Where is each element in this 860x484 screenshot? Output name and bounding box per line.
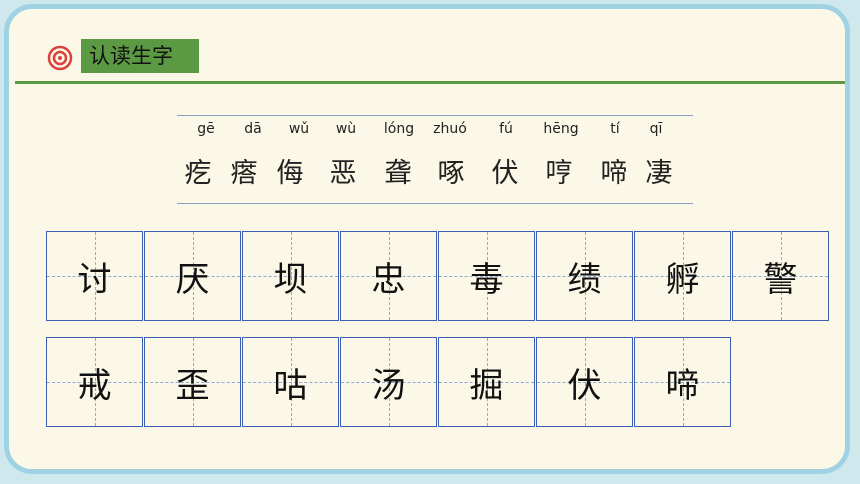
grid-character: 咕: [273, 365, 308, 406]
grid-cell: 掘: [438, 337, 535, 427]
grid-cell: 坝: [242, 231, 339, 321]
grid-cell: 绩: [536, 231, 633, 321]
hanzi-item: 哼: [545, 158, 573, 189]
grid-character: 绩: [567, 259, 602, 300]
grid-character: 掘: [469, 365, 504, 406]
grid-cell: 讨: [46, 231, 143, 321]
hanzi-item: 侮: [276, 158, 304, 189]
grid-cell: 戒: [46, 337, 143, 427]
target-icon: [47, 45, 73, 71]
hanzi-item: 疙: [184, 158, 212, 189]
grid-character: 汤: [371, 365, 406, 406]
grid-character: 毒: [469, 259, 504, 300]
grid-cell: 毒: [438, 231, 535, 321]
grid-cell: 厌: [144, 231, 241, 321]
grid-character: 伏: [567, 365, 602, 406]
character-grid-row-1: 讨 厌 坝 忠 毒 绩 孵 警: [46, 231, 830, 321]
pinyin-item: zhuó: [433, 121, 467, 137]
page-title: 认读生字: [81, 39, 199, 73]
grid-character: 戒: [77, 365, 112, 406]
pinyin-top-rule: [177, 115, 693, 116]
grid-character: 厌: [175, 259, 210, 300]
pinyin-item: fú: [499, 121, 513, 137]
hanzi-item: 伏: [491, 158, 519, 189]
pinyin-item: hēng: [543, 121, 579, 137]
pinyin-item: qī: [649, 121, 663, 137]
grid-character: 歪: [175, 365, 210, 406]
grid-character: 警: [763, 259, 798, 300]
grid-cell: 歪: [144, 337, 241, 427]
grid-cell: 伏: [536, 337, 633, 427]
hanzi-item: 啼: [600, 158, 628, 189]
hanzi-item: 啄: [437, 158, 465, 189]
grid-cell: 啼: [634, 337, 731, 427]
title-divider: [15, 81, 845, 84]
grid-character: 坝: [273, 259, 308, 300]
pinyin-bottom-rule: [177, 203, 693, 204]
grid-cell: 咕: [242, 337, 339, 427]
grid-cell: 忠: [340, 231, 437, 321]
hanzi-item: 恶: [329, 158, 357, 189]
pinyin-item: wù: [335, 121, 357, 137]
slide: 认读生字 gē dā wǔ wù lóng zhuó fú hēng tí qī…: [4, 4, 850, 474]
grid-character: 孵: [665, 259, 700, 300]
hanzi-item: 聋: [384, 158, 412, 189]
grid-character: 讨: [77, 259, 112, 300]
hanzi-item: 瘩: [230, 158, 258, 189]
hanzi-item: 凄: [645, 158, 673, 189]
grid-cell: 汤: [340, 337, 437, 427]
grid-cell: 孵: [634, 231, 731, 321]
grid-character: 啼: [665, 365, 700, 406]
grid-cell: 警: [732, 231, 829, 321]
grid-character: 忠: [371, 259, 406, 300]
character-grid-row-2: 戒 歪 咕 汤 掘 伏 啼: [46, 337, 732, 427]
